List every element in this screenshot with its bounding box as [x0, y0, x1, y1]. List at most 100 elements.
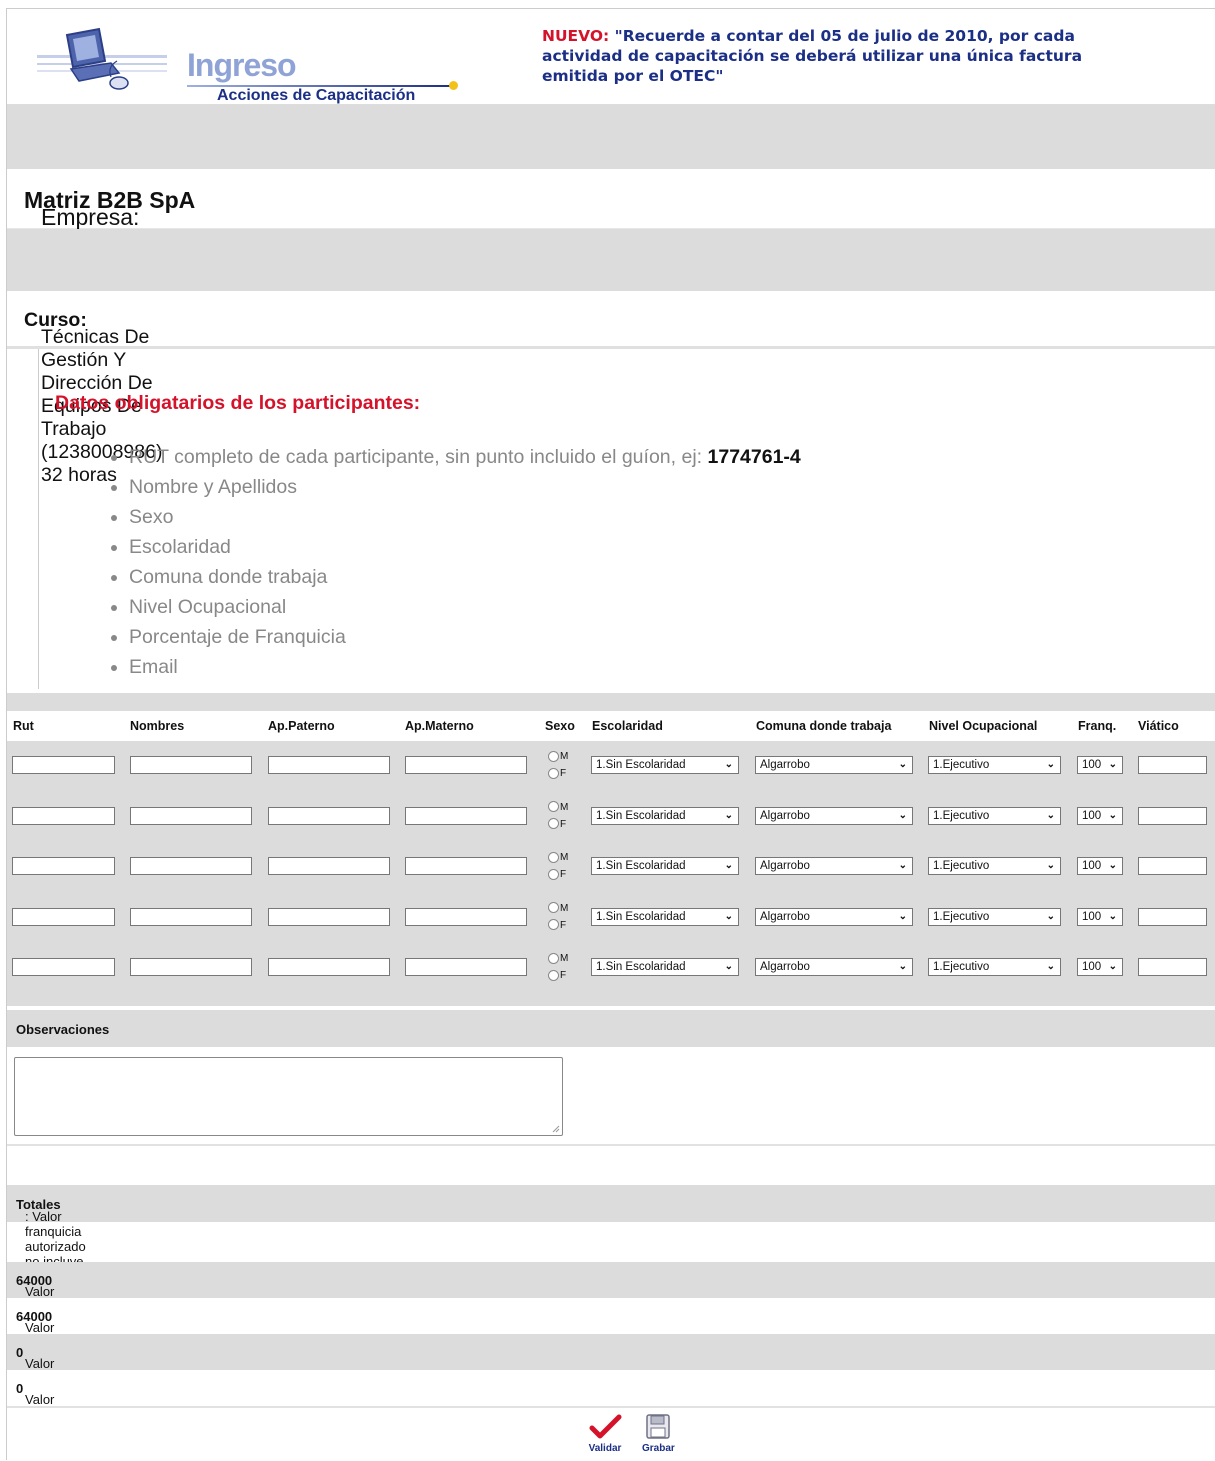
notice-banner: NUEVO: "Recuerde a contar del 05 de juli…	[542, 26, 1122, 86]
rut-input[interactable]	[12, 756, 115, 774]
sexo-m-option[interactable]: M	[548, 748, 568, 765]
radio-f[interactable]	[548, 868, 559, 880]
nombres-input[interactable]	[130, 857, 252, 875]
nivel-ocupacional-select[interactable]: 1.Ejecutivo ⌄	[928, 907, 1061, 926]
franquicia-select[interactable]: 100 ⌄	[1077, 857, 1123, 875]
ap-paterno-input[interactable]	[268, 958, 390, 976]
sexo-f-option[interactable]: F	[548, 917, 568, 934]
sexo-m-option[interactable]: M	[548, 900, 568, 917]
radio-f[interactable]	[548, 969, 559, 981]
radio-m[interactable]	[548, 750, 559, 762]
nivel-ocupacional-select[interactable]: 1.Ejecutivo ⌄	[928, 857, 1061, 875]
action-bar: Validar Grabar	[7, 1406, 1215, 1461]
sexo-radio-group: MF	[548, 799, 568, 833]
rut-input[interactable]	[12, 857, 115, 875]
column-header-franq: Franq.	[1078, 719, 1117, 733]
ap-materno-input[interactable]	[405, 907, 527, 926]
list-item: RUT completo de cada participante, sin p…	[129, 442, 801, 472]
list-item: Nivel Ocupacional	[129, 592, 801, 622]
comuna-select[interactable]: Algarrobo ⌄	[755, 857, 913, 875]
valor-franquicia-row: Valor franquicia autorizado $: 64000	[7, 1298, 1215, 1380]
sexo-radio-group: MF	[548, 950, 568, 984]
observaciones-label: Observaciones	[16, 1022, 110, 1037]
radio-m[interactable]	[548, 801, 559, 813]
ap-paterno-input[interactable]	[268, 756, 390, 774]
escolaridad-select[interactable]: 1.Sin Escolaridad ⌄	[591, 907, 739, 926]
logo-title: Ingreso	[187, 47, 297, 83]
rut-input[interactable]	[12, 958, 115, 976]
divider	[7, 1144, 1215, 1146]
sexo-radio-group: MF	[548, 849, 568, 883]
ap-paterno-input[interactable]	[268, 907, 390, 926]
nombres-input[interactable]	[130, 958, 252, 976]
sexo-f-option[interactable]: F	[548, 967, 568, 984]
table-row: M F 1.Sin Escolaridad ⌄ Algarrobo ⌄ 1.Ejecutiv…	[7, 799, 1215, 839]
nombres-input[interactable]	[130, 756, 252, 774]
sexo-m-option[interactable]: M	[548, 799, 568, 816]
ap-paterno-input[interactable]	[268, 806, 390, 825]
sexo-m-option[interactable]: M	[548, 950, 568, 967]
nombres-input[interactable]	[130, 806, 252, 825]
viatico-input[interactable]	[1138, 958, 1207, 976]
chevron-down-icon: ⌄	[1108, 860, 1117, 871]
ap-materno-input[interactable]	[405, 806, 527, 825]
radio-f[interactable]	[548, 919, 559, 931]
viatico-input[interactable]	[1138, 857, 1207, 875]
nivel-ocupacional-select[interactable]: 1.Ejecutivo ⌄	[928, 806, 1061, 825]
franquicia-select[interactable]: 100 ⌄	[1077, 756, 1123, 774]
chevron-down-icon: ⌄	[898, 961, 907, 972]
nivel-ocupacional-select[interactable]: 1.Ejecutivo ⌄	[928, 958, 1061, 976]
escolaridad-select[interactable]: 1.Sin Escolaridad ⌄	[591, 756, 739, 774]
escolaridad-select[interactable]: 1.Sin Escolaridad ⌄	[591, 857, 739, 875]
comuna-select[interactable]: Algarrobo ⌄	[755, 907, 913, 926]
radio-m[interactable]	[548, 952, 559, 964]
rut-input[interactable]	[12, 907, 115, 926]
franquicia-select[interactable]: 100 ⌄	[1077, 958, 1123, 976]
nombres-input[interactable]	[130, 907, 252, 926]
ap-materno-input[interactable]	[405, 857, 527, 875]
franquicia-select[interactable]: 100 ⌄	[1077, 907, 1123, 926]
escolaridad-select[interactable]: 1.Sin Escolaridad ⌄	[591, 806, 739, 825]
viatico-input[interactable]	[1138, 756, 1207, 774]
comuna-select[interactable]: Algarrobo ⌄	[755, 958, 913, 976]
chevron-down-icon: ⌄	[1046, 860, 1055, 871]
ap-materno-input[interactable]	[405, 958, 527, 976]
grabar-label: Grabar	[642, 1443, 675, 1454]
ap-paterno-input[interactable]	[268, 857, 390, 875]
chevron-down-icon: ⌄	[1046, 910, 1055, 922]
table-row: M F 1.Sin Escolaridad ⌄ Algarrobo ⌄ 1.Ejecutiv…	[7, 849, 1215, 889]
rut-input[interactable]	[12, 806, 115, 825]
app-logo: Ingreso Acciones de Capacitación	[37, 27, 477, 104]
chevron-down-icon: ⌄	[724, 910, 733, 922]
franquicia-select[interactable]: 100 ⌄	[1077, 806, 1123, 825]
comuna-select[interactable]: Algarrobo ⌄	[755, 806, 913, 825]
empresa-label: Empresa:	[41, 204, 140, 230]
column-header-nivel: Nivel Ocupacional	[929, 719, 1038, 733]
escolaridad-select[interactable]: 1.Sin Escolaridad ⌄	[591, 958, 739, 976]
table-row: M F 1.Sin Escolaridad ⌄ Algarrobo ⌄ 1.Ejecutiv…	[7, 950, 1215, 990]
chevron-down-icon: ⌄	[1108, 809, 1117, 821]
viatico-input[interactable]	[1138, 907, 1207, 926]
viatico-input[interactable]	[1138, 806, 1207, 825]
radio-m[interactable]	[548, 851, 559, 863]
totales-header: Totales: Valor franquicia autorizado no …	[7, 1185, 1215, 1299]
nivel-ocupacional-select[interactable]: 1.Ejecutivo ⌄	[928, 756, 1061, 774]
grabar-button[interactable]: Grabar	[642, 1414, 675, 1454]
sexo-f-option[interactable]: F	[548, 816, 568, 833]
list-item: Nombre y Apellidos	[129, 472, 801, 502]
valor-traslado: 0	[16, 1381, 24, 1396]
observaciones-textarea[interactable]	[14, 1057, 563, 1136]
radio-m[interactable]	[548, 902, 559, 914]
validar-button[interactable]: Validar	[587, 1414, 623, 1454]
sexo-f-option[interactable]: F	[548, 765, 568, 782]
comuna-select[interactable]: Algarrobo ⌄	[755, 756, 913, 774]
radio-f[interactable]	[548, 767, 559, 779]
ap-materno-input[interactable]	[405, 756, 527, 774]
radio-f[interactable]	[548, 818, 559, 830]
required-data-list: RUT completo de cada participante, sin p…	[89, 442, 801, 682]
sexo-f-option[interactable]: F	[548, 866, 568, 883]
sexo-m-option[interactable]: M	[548, 849, 568, 866]
resize-handle-icon[interactable]	[552, 1125, 560, 1133]
column-header-escolaridad: Escolaridad	[592, 719, 663, 733]
column-header-ap-materno: Ap.Materno	[405, 719, 474, 733]
